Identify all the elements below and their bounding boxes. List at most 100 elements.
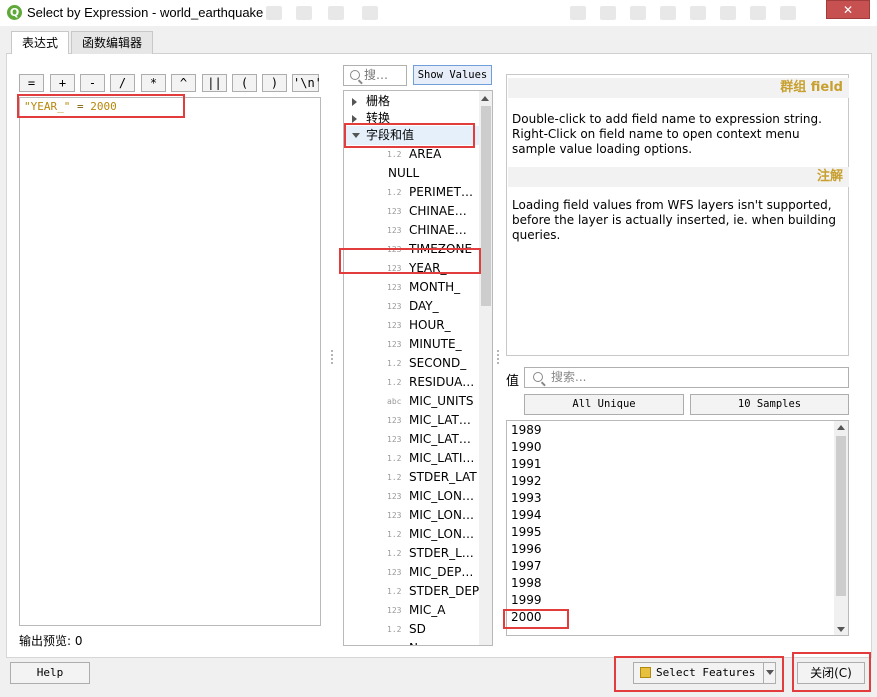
tree-field-item[interactable]: 123 MIC_LON… <box>344 487 482 506</box>
tree-field-item[interactable]: 123 MIC_LON… <box>344 506 482 525</box>
field-name: MIC_A <box>409 603 446 617</box>
toolbar-ghost-icon <box>780 6 796 20</box>
value-item[interactable]: 1994 <box>511 507 542 524</box>
values-scrollbar-thumb[interactable] <box>836 436 846 596</box>
tree-field-item[interactable]: 123 MIC_A <box>344 601 482 620</box>
tree-field-item[interactable]: 1.2 SD <box>344 620 482 639</box>
field-name: CHINAE… <box>409 223 467 237</box>
tab-function-editor[interactable]: 函数编辑器 <box>71 31 154 54</box>
toolbar-ghost-icon <box>660 6 676 20</box>
tree-field-item[interactable]: 1.2 STDER_DEP <box>344 582 482 601</box>
operator-concat-button[interactable]: || <box>202 74 227 92</box>
tab-expression[interactable]: 表达式 <box>11 31 70 55</box>
tree-field-item[interactable]: 123 MIC_DEP… <box>344 563 482 582</box>
tree-field-item[interactable]: 123 CHINAE… <box>344 202 482 221</box>
scroll-down-icon[interactable] <box>837 627 845 632</box>
tree-field-item[interactable]: abc MIC_UNITS <box>344 392 482 411</box>
help-panel: 群组 field Double-click to add field name … <box>506 74 849 356</box>
output-preview-label: 输出预览: <box>19 634 72 648</box>
field-name: MIC_DEP… <box>409 565 474 579</box>
field-type-icon: 123 <box>387 492 402 501</box>
field-name: CHINAE… <box>409 204 467 218</box>
field-name: STDER_LAT <box>409 470 477 484</box>
operator-equals-button[interactable]: = <box>19 74 44 92</box>
value-item[interactable]: 1990 <box>511 439 542 456</box>
tree-field-item[interactable]: 1.2 STDER_L… <box>344 544 482 563</box>
field-name: MIC_LAT… <box>409 413 471 427</box>
tree-field-item[interactable]: 1.2 SECOND_ <box>344 354 482 373</box>
value-item[interactable]: 1992 <box>511 473 542 490</box>
field-name: MONTH_ <box>409 280 461 294</box>
help-description: Double-click to add field name to expres… <box>512 112 822 156</box>
tree-field-item[interactable]: 123 CHINAE… <box>344 221 482 240</box>
toolbar-ghost-icon <box>690 6 706 20</box>
value-item[interactable]: 1989 <box>511 422 542 439</box>
splitter-handle[interactable] <box>497 350 499 364</box>
window-close-button[interactable]: ✕ <box>826 0 870 19</box>
highlight-expression-box <box>17 94 185 118</box>
highlight-value-2000 <box>503 609 569 629</box>
value-item[interactable]: 1996 <box>511 541 542 558</box>
field-type-icon: 1.2 <box>387 378 402 387</box>
field-type-icon: 1.2 <box>387 359 402 368</box>
window-title: Select by Expression - world_earthquake <box>27 5 264 20</box>
values-search-input[interactable]: 搜索... <box>524 367 849 388</box>
tree-field-item[interactable]: 123 MIC_LAT… <box>344 430 482 449</box>
field-type-icon: 1.2 <box>387 549 402 558</box>
tree-field-item[interactable]: 1.2 MIC_LON… <box>344 525 482 544</box>
values-list[interactable]: 1989 1990 1991 1992 1993 1994 1995 1996 1997 1998… <box>506 420 849 636</box>
tree-field-item[interactable]: NULL <box>344 164 482 183</box>
field-name: MIC_UNITS <box>409 394 474 408</box>
value-item[interactable]: 1995 <box>511 524 542 541</box>
value-item[interactable]: 1993 <box>511 490 542 507</box>
function-search-input[interactable]: 搜… <box>343 65 407 86</box>
operator-close-paren-button[interactable]: ) <box>262 74 287 92</box>
highlight-close-button <box>792 652 871 692</box>
field-name: RESIDUA… <box>409 375 475 389</box>
value-item[interactable]: 1997 <box>511 558 542 575</box>
operator-divide-button[interactable]: / <box>110 74 135 92</box>
tree-field-item[interactable]: 123 MONTH_ <box>344 278 482 297</box>
tree-field-item[interactable]: 123 MIC_LAT… <box>344 411 482 430</box>
operator-newline-button[interactable]: '\n' <box>292 74 322 92</box>
operator-open-paren-button[interactable]: ( <box>232 74 257 92</box>
toolbar-ghost-icon <box>328 6 344 20</box>
operator-multiply-button[interactable]: * <box>141 74 166 92</box>
tree-field-item[interactable]: 123 MINUTE_ <box>344 335 482 354</box>
toolbar-ghost-icon <box>630 6 646 20</box>
value-item[interactable]: 1991 <box>511 456 542 473</box>
splitter-handle[interactable] <box>331 350 333 364</box>
value-item[interactable]: 1998 <box>511 575 542 592</box>
value-item[interactable]: 1999 <box>511 592 542 609</box>
field-type-icon: 1.2 <box>387 454 402 463</box>
operator-power-button[interactable]: ^ <box>171 74 196 92</box>
field-type-icon: 123 <box>387 302 402 311</box>
scroll-up-icon[interactable] <box>481 96 489 101</box>
field-type-icon: 123 <box>387 321 402 330</box>
tree-field-item[interactable]: 1.2 STDER_LAT <box>344 468 482 487</box>
field-type-icon: 123 <box>387 568 402 577</box>
field-type-icon: abc <box>387 397 402 406</box>
tree-field-item[interactable]: 123 DAY_ <box>344 297 482 316</box>
field-name: MIC_LON… <box>409 527 474 541</box>
tree-field-item[interactable]: 1.2 RESIDUA… <box>344 373 482 392</box>
tree-field-item[interactable]: 123 N <box>344 639 482 645</box>
field-name: MIC_LON… <box>409 489 474 503</box>
all-unique-button[interactable]: All Unique <box>524 394 684 415</box>
tree-field-item[interactable]: 1.2 MIC_LATI… <box>344 449 482 468</box>
operator-plus-button[interactable]: + <box>50 74 75 92</box>
toolbar-ghost-icon <box>362 6 378 20</box>
tree-scrollbar-thumb[interactable] <box>481 106 491 306</box>
ten-samples-button[interactable]: 10 Samples <box>690 394 849 415</box>
scroll-up-icon[interactable] <box>837 425 845 430</box>
operator-minus-button[interactable]: - <box>80 74 105 92</box>
field-type-icon: 123 <box>387 606 402 615</box>
show-values-button[interactable]: Show Values <box>413 65 492 85</box>
qgis-logo-icon: Q <box>7 5 22 20</box>
expression-editor[interactable] <box>19 97 321 626</box>
field-type-icon: 123 <box>387 340 402 349</box>
help-button[interactable]: Help <box>10 662 90 684</box>
tree-field-item[interactable]: 123 HOUR_ <box>344 316 482 335</box>
function-tree[interactable]: 栅格 转换 字段和值 1.2 AREA NULL 1.2 PERIMET… 123 CHIN… <box>343 90 493 646</box>
tree-field-item[interactable]: 1.2 PERIMET… <box>344 183 482 202</box>
